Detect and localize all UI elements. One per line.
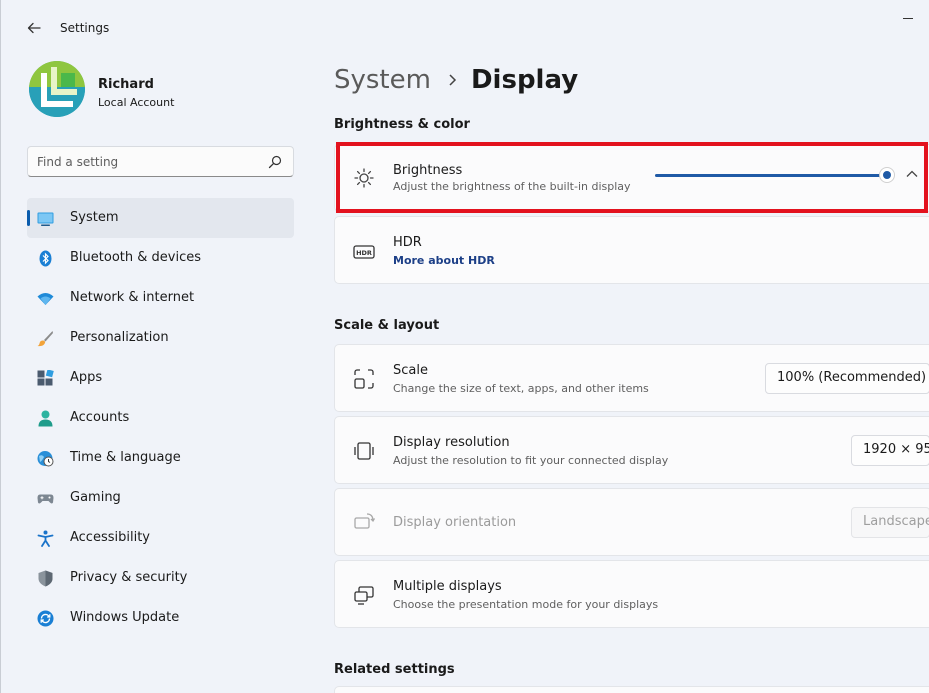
hdr-icon: HDR	[353, 245, 375, 259]
sidebar-item-privacy-security[interactable]: Privacy & security	[27, 558, 294, 598]
settings-window: Settings Richard Local Account Find a se…	[0, 0, 929, 693]
chevron-up-icon[interactable]	[905, 169, 919, 179]
resolution-dropdown[interactable]: 1920 × 950	[851, 435, 929, 466]
section-title-scale-layout: Scale & layout	[334, 318, 440, 333]
brush-icon	[37, 331, 53, 347]
wifi-icon	[37, 293, 54, 305]
display-resolution-title: Display resolution	[393, 435, 510, 450]
resolution-icon	[354, 442, 374, 460]
sidebar-item-personalization[interactable]: Personalization	[27, 318, 294, 358]
breadcrumb: System Display	[334, 62, 578, 98]
title-bar: Settings	[1, 0, 929, 56]
display-resolution-card[interactable]: Display resolution Adjust the resolution…	[334, 416, 929, 484]
sidebar-item-label: Accessibility	[70, 530, 150, 545]
sidebar-item-bluetooth[interactable]: Bluetooth & devices	[27, 238, 294, 278]
sidebar-item-label: Accounts	[70, 410, 130, 425]
sidebar-item-accounts[interactable]: Accounts	[27, 398, 294, 438]
user-name: Richard	[98, 77, 154, 92]
accessibility-icon	[37, 530, 54, 547]
slider-track	[655, 174, 887, 177]
search-icon[interactable]	[268, 155, 282, 169]
app-title: Settings	[60, 21, 110, 35]
section-title-brightness-color: Brightness & color	[334, 117, 470, 132]
sidebar-item-label: Bluetooth & devices	[70, 250, 201, 265]
apps-icon	[37, 370, 54, 386]
svg-text:HDR: HDR	[356, 249, 372, 257]
gamepad-icon	[37, 494, 54, 504]
more-about-hdr-link[interactable]: More about HDR	[393, 254, 495, 267]
monitor-icon	[37, 212, 54, 226]
sidebar-item-apps[interactable]: Apps	[27, 358, 294, 398]
sidebar-item-network[interactable]: Network & internet	[27, 278, 294, 318]
multiple-displays-subtitle: Choose the presentation mode for your di…	[393, 598, 659, 611]
breadcrumb-parent[interactable]: System	[334, 65, 431, 95]
sidebar-item-system[interactable]: System	[27, 198, 294, 238]
multiple-displays-icon	[354, 586, 374, 605]
slider-thumb[interactable]	[879, 167, 895, 183]
sidebar-item-label: Windows Update	[70, 610, 180, 625]
sidebar-item-windows-update[interactable]: Windows Update	[27, 598, 294, 638]
sidebar-item-label: Time & language	[70, 450, 181, 465]
bluetooth-icon	[39, 250, 52, 267]
scale-subtitle: Change the size of text, apps, and other…	[393, 382, 649, 395]
scale-title: Scale	[393, 363, 428, 378]
sidebar-item-label: Network & internet	[70, 290, 195, 305]
sidebar-item-time-language[interactable]: Time & language	[27, 438, 294, 478]
sidebar-item-accessibility[interactable]: Accessibility	[27, 518, 294, 558]
scale-dropdown[interactable]: 100% (Recommended)	[765, 363, 929, 394]
hdr-card[interactable]: HDR HDR More about HDR	[334, 216, 929, 284]
display-orientation-title: Display orientation	[393, 515, 517, 530]
brightness-title: Brightness	[393, 163, 463, 178]
sidebar-item-label: Gaming	[70, 490, 121, 505]
chevron-right-icon	[449, 74, 457, 86]
back-arrow-icon	[27, 22, 41, 34]
orientation-dropdown: Landscape	[851, 507, 929, 538]
sidebar-item-label: System	[70, 210, 119, 225]
related-settings-card[interactable]	[334, 686, 929, 693]
sidebar-nav: System Bluetooth & devices Network & int…	[27, 198, 294, 638]
sidebar-item-label: Privacy & security	[70, 570, 188, 585]
orientation-icon	[354, 513, 375, 529]
account-type: Local Account	[98, 96, 175, 109]
hdr-title: HDR	[393, 235, 422, 250]
scale-icon	[354, 369, 374, 389]
sidebar-item-gaming[interactable]: Gaming	[27, 478, 294, 518]
brightness-icon	[354, 168, 374, 188]
sidebar-item-label: Apps	[70, 370, 103, 385]
shield-icon	[38, 570, 53, 587]
search-box[interactable]	[27, 146, 294, 177]
section-title-related-settings: Related settings	[334, 662, 455, 677]
display-resolution-subtitle: Adjust the resolution to fit your connec…	[393, 454, 669, 467]
brightness-subtitle: Adjust the brightness of the built-in di…	[393, 180, 631, 193]
multiple-displays-card[interactable]: Multiple displays Choose the presentatio…	[334, 560, 929, 628]
brightness-slider[interactable]	[655, 165, 895, 185]
globe-clock-icon	[37, 451, 54, 467]
sidebar-item-label: Personalization	[70, 330, 169, 345]
search-input[interactable]	[37, 153, 257, 171]
back-button[interactable]	[23, 18, 45, 38]
multiple-displays-title: Multiple displays	[393, 579, 502, 594]
minimize-button[interactable]	[897, 8, 921, 28]
page-title: Display	[470, 65, 579, 95]
avatar	[29, 61, 85, 117]
display-orientation-card: Display orientation	[334, 488, 929, 556]
update-icon	[37, 610, 54, 627]
person-icon	[38, 410, 53, 427]
